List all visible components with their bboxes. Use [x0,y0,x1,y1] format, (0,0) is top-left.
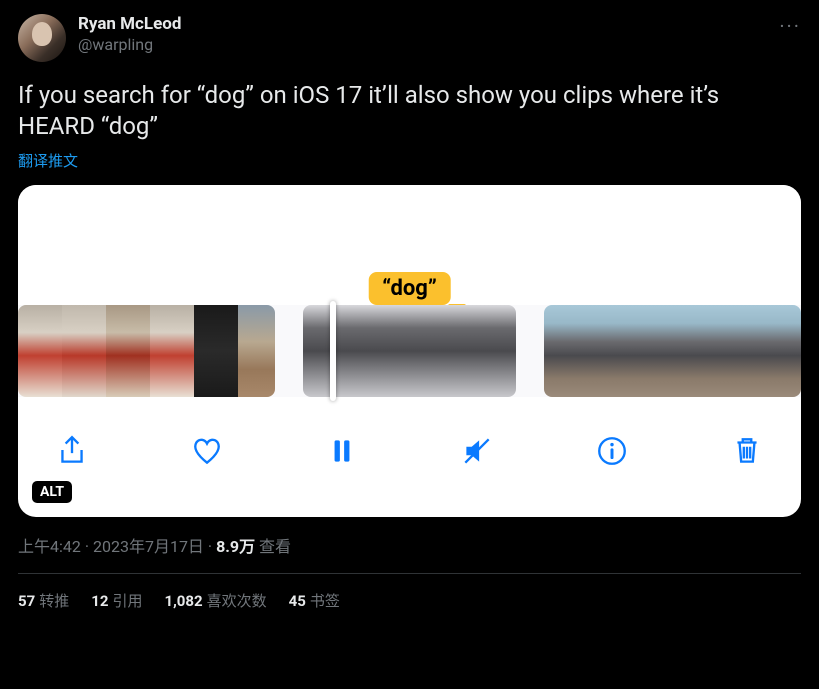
tweet-date: 2023年7月17日 [93,537,204,556]
thumbnail [632,305,676,397]
clip-group-3[interactable] [544,305,801,397]
tweet-metadata[interactable]: 上午4:42 · 2023年7月17日 · 8.9万 查看 [18,533,801,557]
share-icon[interactable] [52,431,92,471]
views-count: 8.9万 [216,537,255,556]
media-header-area: “dog” [18,185,801,305]
views-label: 查看 [255,537,291,556]
user-block[interactable]: Ryan McLeod @warpling [78,14,181,55]
thumbnail [435,305,479,397]
display-name: Ryan McLeod [78,14,181,35]
avatar[interactable] [18,14,66,62]
thumbnail [238,305,275,397]
info-icon[interactable] [592,431,632,471]
media-card[interactable]: “dog” [18,185,801,517]
tweet-container: Ryan McLeod @warpling ··· If you search … [0,0,819,611]
trash-icon[interactable] [727,431,767,471]
thumbnail [303,305,347,397]
thumbnail [62,305,106,397]
thumbnail [18,305,62,397]
playhead[interactable] [330,301,336,401]
thumbnail [544,305,588,397]
retweets-stat[interactable]: 57转推 [18,590,69,611]
tweet-time: 上午4:42 [18,537,81,556]
more-icon[interactable]: ··· [779,14,801,38]
clip-gap [275,305,303,397]
thumbnail [764,305,801,397]
clip-group-1[interactable] [18,305,275,397]
thumbnail [676,305,720,397]
media-toolbar [18,397,801,485]
tweet-text: If you search for “dog” on iOS 17 it’ll … [18,80,801,142]
thumbnail [720,305,764,397]
thumbnail [588,305,632,397]
thumbnail [479,305,517,397]
translate-link[interactable]: 翻译推文 [18,150,801,171]
thumbnail [347,305,391,397]
tweet-header: Ryan McLeod @warpling ··· [18,14,801,62]
thumbnail [194,305,238,397]
thumbnail [150,305,194,397]
heart-icon[interactable] [187,431,227,471]
thumbnail [391,305,435,397]
video-timeline[interactable] [18,305,801,397]
mute-icon[interactable] [457,431,497,471]
thumbnail [106,305,150,397]
search-term-badge: “dog” [368,272,451,305]
alt-badge[interactable]: ALT [32,481,72,503]
user-handle: @warpling [78,35,181,55]
likes-stat[interactable]: 1,082喜欢次数 [164,590,266,611]
tweet-stats: 57转推 12引用 1,082喜欢次数 45书签 [18,574,801,611]
clip-gap [516,305,544,397]
pause-icon[interactable] [322,431,362,471]
bookmarks-stat[interactable]: 45书签 [289,590,340,611]
quotes-stat[interactable]: 12引用 [91,590,142,611]
